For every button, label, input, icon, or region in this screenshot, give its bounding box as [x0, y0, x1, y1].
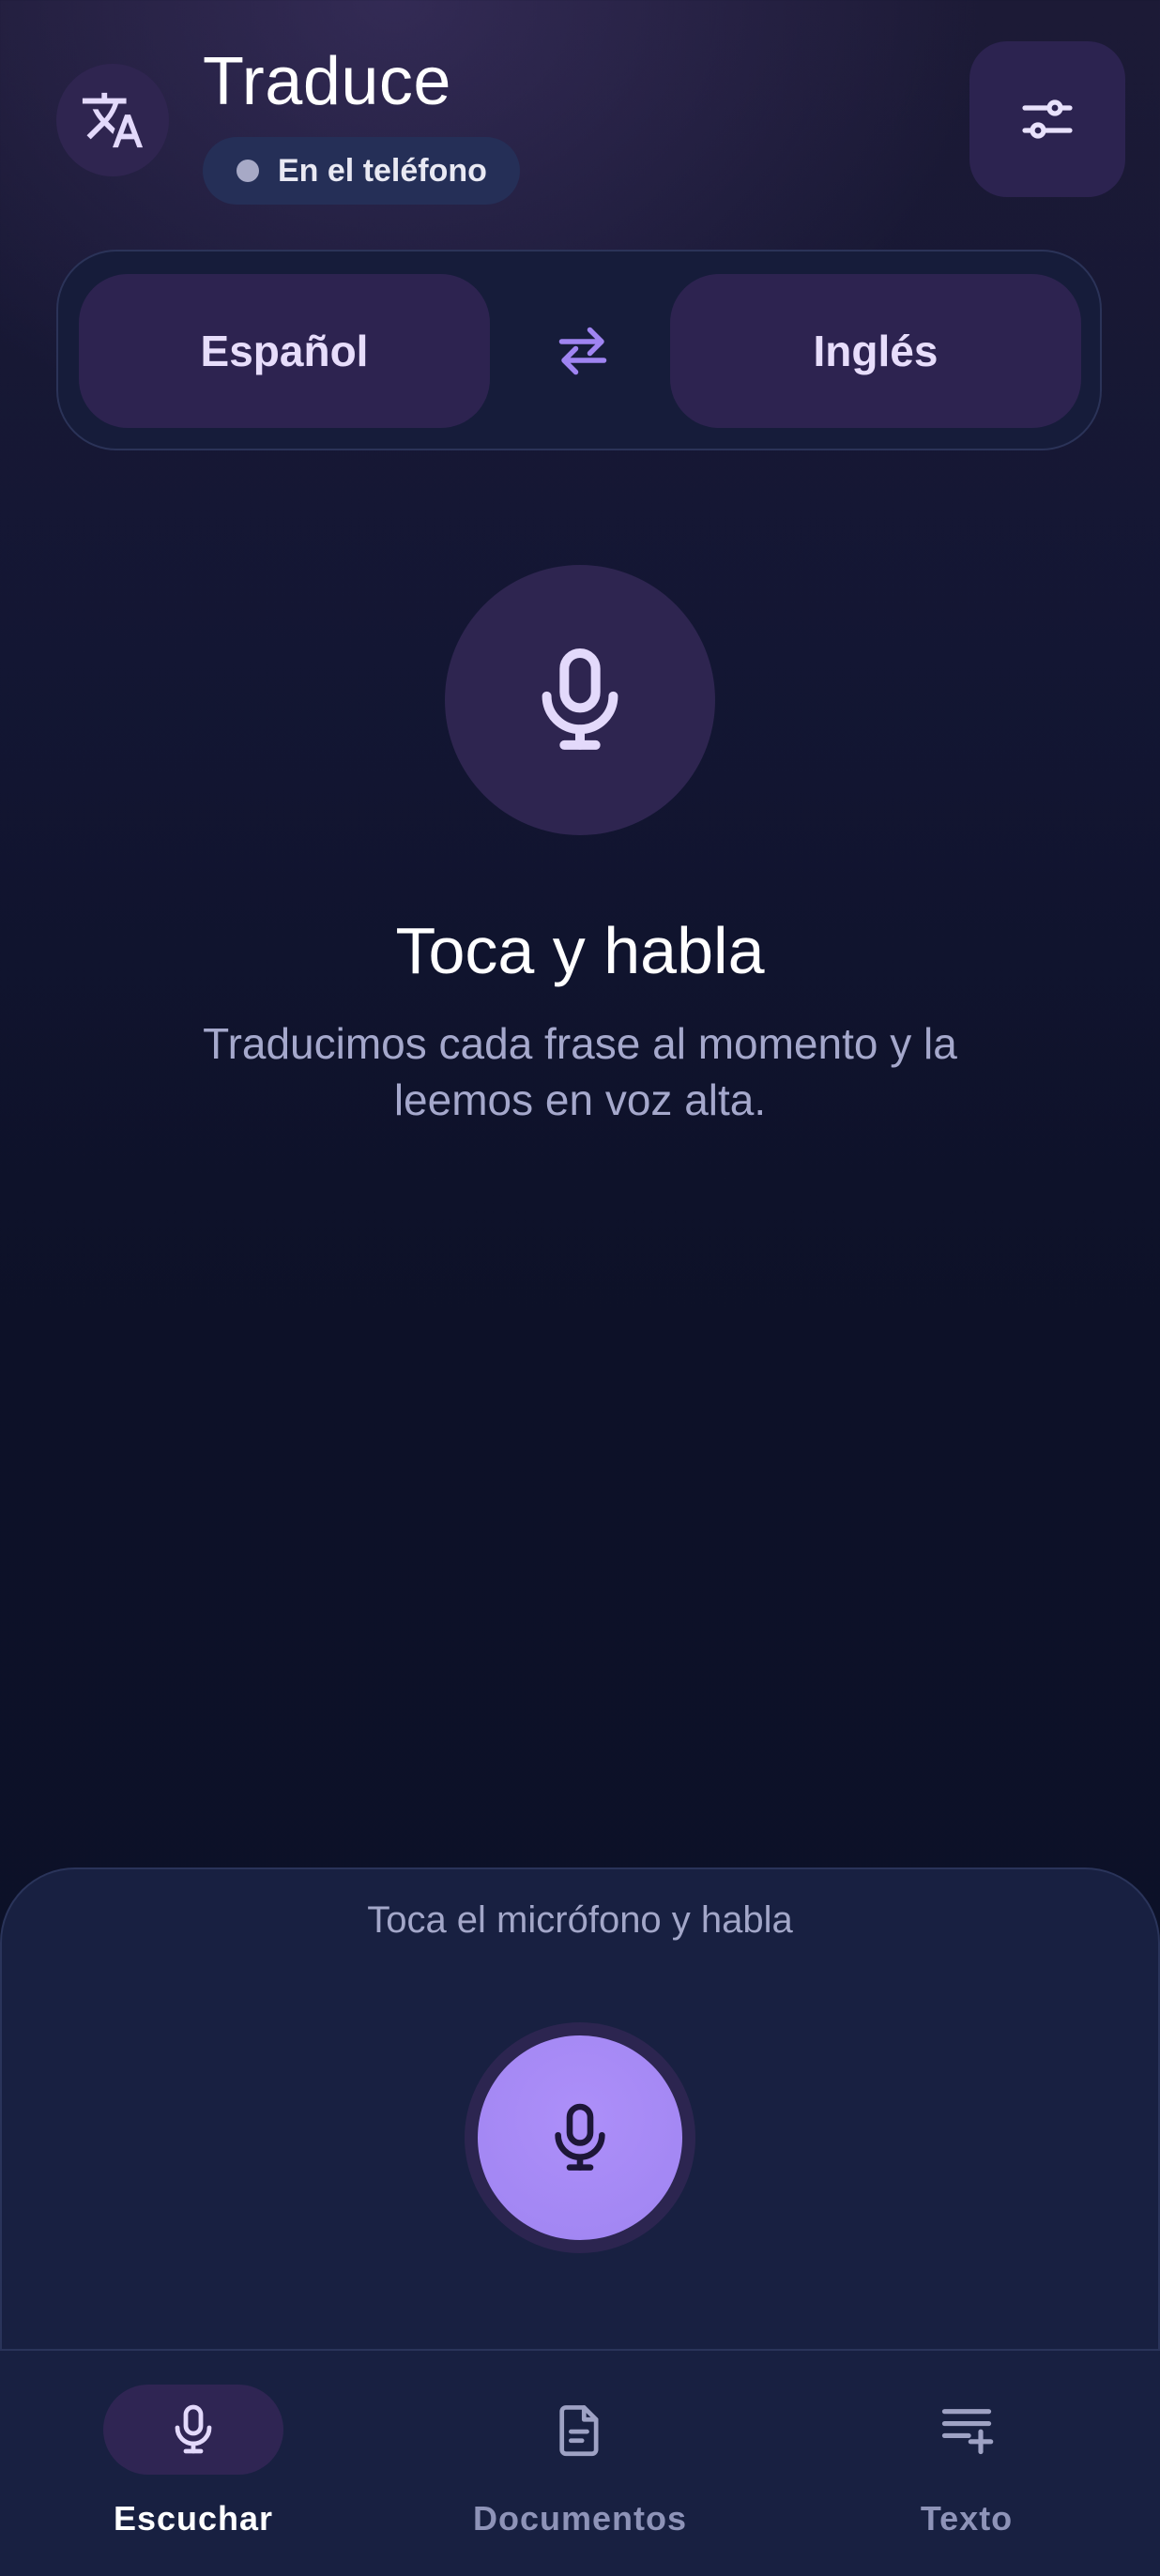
microphone-icon [542, 648, 618, 750]
status-badge: En el teléfono [203, 137, 520, 205]
microphone-icon [555, 2103, 605, 2171]
swap-arrows-icon [558, 327, 607, 375]
nav-item-texto[interactable]: Texto [773, 2351, 1160, 2576]
language-selector: Español Inglés [56, 250, 1102, 450]
hero-title: Toca y habla [395, 914, 765, 987]
app-logo [56, 64, 169, 176]
nav-item-escuchar[interactable]: Escuchar [0, 2351, 387, 2576]
nav-item-documentos[interactable]: Documentos [387, 2351, 773, 2576]
status-dot [237, 160, 259, 182]
translate-icon [82, 92, 144, 148]
app-title: Traduce [203, 44, 451, 119]
bottom-navigation: Escuchar Documentos Texto [0, 2349, 1160, 2576]
hero-microphone-button[interactable] [445, 565, 715, 835]
microphone-icon [175, 2404, 212, 2454]
nav-label-texto: Texto [920, 2499, 1014, 2538]
hero-description: Traducimos cada frase al momento y la le… [203, 1019, 957, 1124]
record-button[interactable] [478, 2035, 682, 2240]
swap-languages-button[interactable] [550, 313, 616, 389]
nav-icon-indicator [877, 2385, 1057, 2475]
settings-button[interactable] [969, 41, 1125, 197]
target-language-button[interactable]: Inglés [670, 274, 1081, 428]
panel-hint: Toca el micrófono y habla [367, 1899, 793, 1941]
nav-label-escuchar: Escuchar [113, 2499, 274, 2538]
document-icon [559, 2405, 599, 2457]
status-label: En el teléfono [278, 152, 487, 189]
sliders-icon [1022, 99, 1073, 139]
nav-icon-indicator [103, 2385, 283, 2475]
nav-label-documentos: Documentos [472, 2499, 688, 2538]
nav-icon-indicator [490, 2385, 670, 2475]
text-add-icon [941, 2409, 994, 2455]
source-language-button[interactable]: Español [79, 274, 490, 428]
